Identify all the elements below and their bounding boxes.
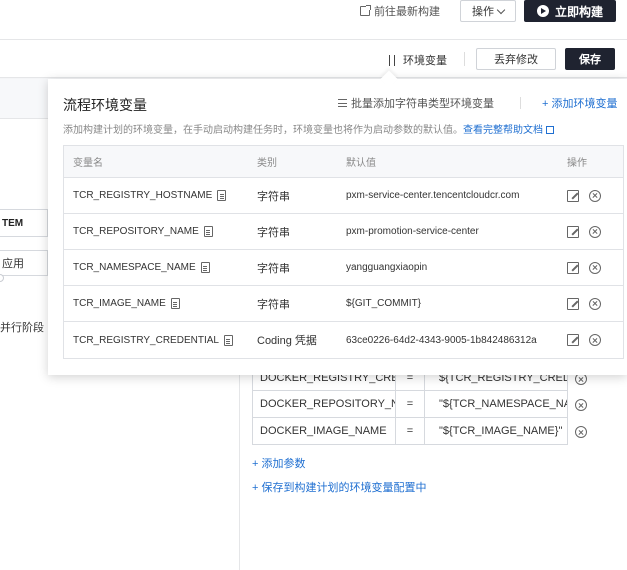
column-header-default: 默认值 xyxy=(346,158,376,169)
row-actions xyxy=(557,322,623,358)
delete-icon[interactable] xyxy=(589,297,601,310)
remove-param-icon[interactable] xyxy=(575,399,587,411)
document-icon[interactable] xyxy=(170,298,180,309)
var-default: pxm-promotion-service-center xyxy=(346,226,479,237)
var-name-cell: TCR_REPOSITORY_NAME xyxy=(64,214,247,249)
save-to-config-link[interactable]: + 保存到构建计划的环境变量配置中 xyxy=(252,479,426,495)
env-vars-table: 变量名 类别 默认值 操作 TCR_REGISTRY_HOSTNAME 字符串 … xyxy=(63,145,624,359)
list-icon xyxy=(338,99,347,107)
document-icon[interactable] xyxy=(203,226,213,237)
document-icon[interactable] xyxy=(217,190,227,201)
var-default: pxm-service-center.tencentcloudcr.com xyxy=(346,190,520,201)
table-row: TCR_IMAGE_NAME 字符串 ${GIT_COMMIT} xyxy=(64,286,623,322)
params-table: DOCKER_REGISTRY_CRED = ${TCR_REGISTRY_CR… xyxy=(252,364,587,445)
chevron-down-icon xyxy=(496,5,506,14)
var-default: 63ce0226-64d2-4343-9005-1b842486312a xyxy=(346,334,537,346)
delete-icon[interactable] xyxy=(589,334,601,346)
edit-icon[interactable] xyxy=(567,225,579,238)
operations-label: 操作 xyxy=(472,6,494,18)
var-name-cell: TCR_IMAGE_NAME xyxy=(64,286,247,321)
goto-latest-build-link[interactable]: 前往最新构建 xyxy=(360,2,440,20)
var-type: 字符串 xyxy=(257,226,290,239)
batch-add-button[interactable]: 批量添加字符串类型环境变量 xyxy=(338,95,494,111)
description-text: 添加构建计划的环境变量，在手动启动构建任务时，环境变量也将作为启动参数的默认值。 xyxy=(63,125,463,136)
table-row: TCR_REPOSITORY_NAME 字符串 pxm-promotion-se… xyxy=(64,214,623,250)
var-default: ${GIT_COMMIT} xyxy=(346,298,422,309)
env-vars-label: 环境变量 xyxy=(403,55,447,67)
var-type: 字符串 xyxy=(257,298,290,311)
var-name: TCR_REGISTRY_CREDENTIAL xyxy=(73,334,219,346)
top-bar: 前往最新构建 操作 立即构建 xyxy=(0,0,627,40)
row-actions xyxy=(557,178,623,213)
row-actions xyxy=(557,286,623,321)
edit-icon[interactable] xyxy=(567,334,579,346)
table-row: TCR_REGISTRY_HOSTNAME 字符串 pxm-service-ce… xyxy=(64,178,623,214)
table-row: TCR_REGISTRY_CREDENTIAL Coding 凭据 63ce02… xyxy=(64,322,623,358)
var-name: TCR_IMAGE_NAME xyxy=(73,298,166,309)
delete-icon[interactable] xyxy=(589,189,601,202)
operations-dropdown[interactable]: 操作 xyxy=(460,0,516,22)
help-doc-link[interactable]: 查看完整帮助文档 xyxy=(463,125,543,136)
external-link-icon xyxy=(360,5,371,16)
param-key-input[interactable]: DOCKER_IMAGE_NAME xyxy=(253,418,396,444)
toolbar-divider xyxy=(464,52,465,66)
add-env-var-button[interactable]: + 添加环境变量 xyxy=(542,95,617,111)
editor-toolbar: 环境变量 丢弃修改 保存 xyxy=(0,40,627,78)
var-name: TCR_REPOSITORY_NAME xyxy=(73,226,199,237)
var-default: yangguangxiaopin xyxy=(346,262,428,273)
var-name-cell: TCR_NAMESPACE_NAME xyxy=(64,250,247,285)
play-icon xyxy=(536,5,549,17)
env-vars-popover: 流程环境变量 批量添加字符串类型环境变量 + 添加环境变量 添加构建计划的环境变… xyxy=(48,70,627,375)
build-now-button[interactable]: 立即构建 xyxy=(524,0,616,22)
var-name: TCR_NAMESPACE_NAME xyxy=(73,262,196,273)
param-value-input[interactable]: "${TCR_NAMESPACE_NAM xyxy=(425,391,567,417)
param-equals: = xyxy=(396,391,425,417)
build-now-label: 立即构建 xyxy=(554,4,603,19)
param-key-input[interactable]: DOCKER_REPOSITORY_NA xyxy=(253,391,396,417)
table-header: 变量名 类别 默认值 操作 xyxy=(64,146,623,178)
var-type: Coding 凭据 xyxy=(257,335,317,347)
add-parallel-stage-link[interactable]: 并行阶段 xyxy=(0,319,44,335)
add-param-link[interactable]: + 添加参数 xyxy=(252,455,305,471)
popover-title: 流程环境变量 xyxy=(63,97,147,113)
param-equals: = xyxy=(396,418,425,444)
goto-latest-label: 前往最新构建 xyxy=(374,6,440,18)
discard-button[interactable]: 丢弃修改 xyxy=(476,48,556,70)
delete-icon[interactable] xyxy=(589,261,601,274)
param-row: DOCKER_IMAGE_NAME = "${TCR_IMAGE_NAME}" xyxy=(252,418,587,445)
popover-divider xyxy=(520,97,521,109)
document-icon[interactable] xyxy=(200,262,210,273)
column-header-actions: 操作 xyxy=(567,158,587,169)
external-link-icon xyxy=(546,126,554,134)
connector-dot xyxy=(0,274,4,282)
var-name: TCR_REGISTRY_HOSTNAME xyxy=(73,190,213,201)
delete-icon[interactable] xyxy=(589,225,601,238)
var-name-cell: TCR_REGISTRY_HOSTNAME xyxy=(64,178,247,213)
edit-icon[interactable] xyxy=(567,297,579,310)
column-header-name: 变量名 xyxy=(73,158,103,169)
table-row: TCR_NAMESPACE_NAME 字符串 yangguangxiaopin xyxy=(64,250,623,286)
batch-add-label: 批量添加字符串类型环境变量 xyxy=(351,98,494,110)
param-row: DOCKER_REPOSITORY_NA = "${TCR_NAMESPACE_… xyxy=(252,391,587,418)
remove-param-icon[interactable] xyxy=(575,426,587,438)
var-type: 字符串 xyxy=(257,190,290,203)
popover-description: 添加构建计划的环境变量，在手动启动构建任务时，环境变量也将作为启动参数的默认值。… xyxy=(63,121,554,136)
edit-icon[interactable] xyxy=(567,189,579,202)
sliders-icon xyxy=(387,54,398,66)
column-header-type: 类别 xyxy=(257,158,277,169)
row-actions xyxy=(557,214,623,249)
stage-item[interactable]: TEM xyxy=(0,209,48,237)
param-value-input[interactable]: "${TCR_IMAGE_NAME}" xyxy=(425,418,567,444)
var-name-cell: TCR_REGISTRY_CREDENTIAL xyxy=(64,322,247,358)
stage-step-item[interactable]: 应用 xyxy=(0,250,48,276)
document-icon[interactable] xyxy=(223,334,233,346)
row-actions xyxy=(557,250,623,285)
var-type: 字符串 xyxy=(257,262,290,275)
save-button[interactable]: 保存 xyxy=(565,48,615,70)
env-vars-button[interactable]: 环境变量 xyxy=(387,52,447,68)
edit-icon[interactable] xyxy=(567,261,579,274)
